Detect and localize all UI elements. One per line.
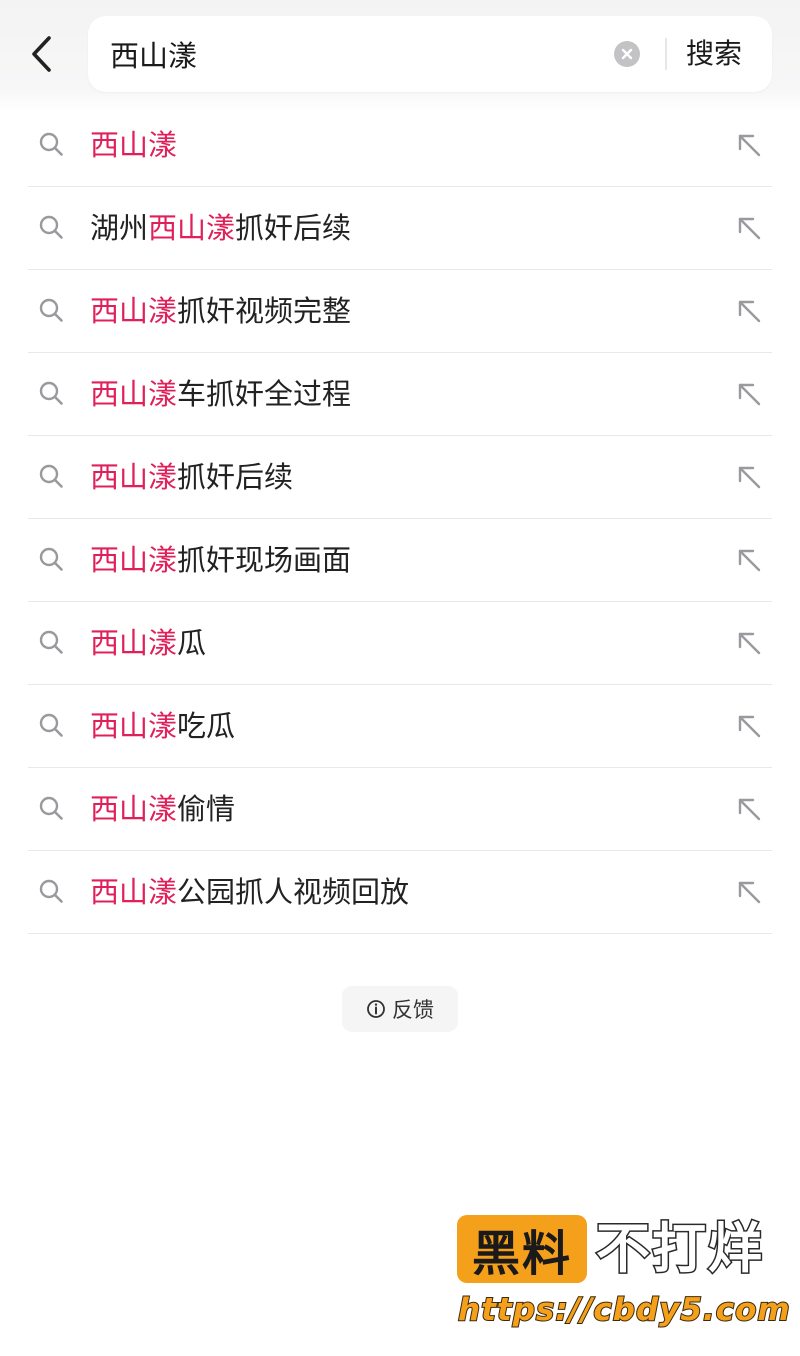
arrow-up-left-icon[interactable]: [734, 711, 764, 741]
top-bar: 搜索: [0, 0, 800, 112]
search-icon: [39, 713, 63, 737]
watermark-text: 不打烊: [595, 1216, 764, 1282]
suggestion-label: 西山漾抓奸现场画面: [90, 537, 351, 583]
suggestion-highlight: 西山漾: [90, 709, 178, 743]
suggestion-suffix: 偷情: [177, 792, 236, 826]
search-input[interactable]: [110, 30, 590, 78]
search-icon: [39, 464, 63, 488]
search-icon: [39, 381, 63, 405]
suggestion-item[interactable]: 湖州西山漾抓奸后续: [28, 187, 772, 270]
suggestion-label: 西山漾抓奸视频完整: [90, 288, 351, 334]
arrow-up-left-icon[interactable]: [734, 462, 764, 492]
suggestion-label: 西山漾偷情: [90, 786, 235, 832]
arrow-up-left-icon[interactable]: [734, 296, 764, 326]
suggestion-suffix: 抓奸视频完整: [177, 294, 352, 328]
suggestion-suffix: 抓奸现场画面: [177, 543, 352, 577]
suggestion-item[interactable]: 西山漾吃瓜: [28, 685, 772, 768]
arrow-up-left-icon[interactable]: [734, 877, 764, 907]
suggestion-item[interactable]: 西山漾: [28, 104, 772, 187]
arrow-up-left-icon[interactable]: [734, 794, 764, 824]
suggestion-label: 西山漾瓜: [90, 620, 206, 666]
suggestion-label: 西山漾车抓奸全过程: [90, 371, 351, 417]
suggestion-highlight: 西山漾: [90, 377, 178, 411]
suggestion-label: 西山漾公园抓人视频回放: [90, 869, 409, 915]
suggestion-item[interactable]: 西山漾车抓奸全过程: [28, 353, 772, 436]
suggestion-item[interactable]: 西山漾偷情: [28, 768, 772, 851]
suggestion-suffix: 吃瓜: [177, 709, 236, 743]
search-icon: [39, 796, 63, 820]
search-icon: [39, 630, 63, 654]
arrow-up-left-icon[interactable]: [734, 379, 764, 409]
search-icon: [39, 879, 63, 903]
suggestion-label: 西山漾抓奸后续: [90, 454, 293, 500]
suggestion-label: 西山漾吃瓜: [90, 703, 235, 749]
suggestion-highlight: 西山漾: [148, 211, 236, 245]
arrow-up-left-icon[interactable]: [734, 628, 764, 658]
suggestion-item[interactable]: 西山漾瓜: [28, 602, 772, 685]
back-button[interactable]: [20, 30, 64, 78]
suggestion-prefix: 湖州: [90, 211, 149, 245]
search-box: 搜索: [88, 16, 772, 92]
search-icon: [39, 298, 63, 322]
suggestion-item[interactable]: 西山漾公园抓人视频回放: [28, 851, 772, 934]
suggestion-label: 湖州西山漾抓奸后续: [90, 205, 351, 251]
feedback-label: 反馈: [392, 998, 434, 1022]
suggestion-highlight: 西山漾: [90, 294, 178, 328]
suggestion-highlight: 西山漾: [90, 128, 178, 162]
search-icon: [39, 547, 63, 571]
search-icon: [39, 215, 63, 239]
suggestion-highlight: 西山漾: [90, 626, 178, 660]
watermark-logo: 黑料: [457, 1215, 587, 1283]
suggestion-label: 西山漾: [90, 122, 177, 168]
search-icon: [39, 132, 63, 156]
feedback-button[interactable]: 反馈: [342, 986, 458, 1032]
suggestion-highlight: 西山漾: [90, 875, 178, 909]
suggestion-item[interactable]: 西山漾抓奸现场画面: [28, 519, 772, 602]
suggestion-item[interactable]: 西山漾抓奸视频完整: [28, 270, 772, 353]
suggestion-suffix: 抓奸后续: [177, 460, 294, 494]
search-divider: [665, 38, 667, 70]
arrow-up-left-icon[interactable]: [734, 213, 764, 243]
suggestion-suffix: 公园抓人视频回放: [177, 875, 410, 909]
clear-circle-icon: [621, 48, 633, 60]
suggestion-suffix: 车抓奸全过程: [177, 377, 352, 411]
suggestion-list: 西山漾 湖州西山漾抓奸后续 西山漾抓奸视频完整 西山漾车抓奸全过程 西山漾抓奸后续 西山漾…: [28, 104, 772, 934]
arrow-up-left-icon[interactable]: [734, 130, 764, 160]
search-button[interactable]: 搜索: [686, 34, 742, 74]
suggestion-suffix: 瓜: [177, 626, 207, 660]
watermark-url: https://cbdy5.com: [457, 1291, 791, 1329]
suggestion-item[interactable]: 西山漾抓奸后续: [28, 436, 772, 519]
chevron-left-icon: [32, 36, 51, 72]
info-icon: [367, 1000, 385, 1018]
suggestion-suffix: 抓奸后续: [235, 211, 352, 245]
suggestion-highlight: 西山漾: [90, 792, 178, 826]
suggestion-highlight: 西山漾: [90, 460, 178, 494]
clear-button[interactable]: [614, 41, 640, 67]
arrow-up-left-icon[interactable]: [734, 545, 764, 575]
suggestion-highlight: 西山漾: [90, 543, 178, 577]
